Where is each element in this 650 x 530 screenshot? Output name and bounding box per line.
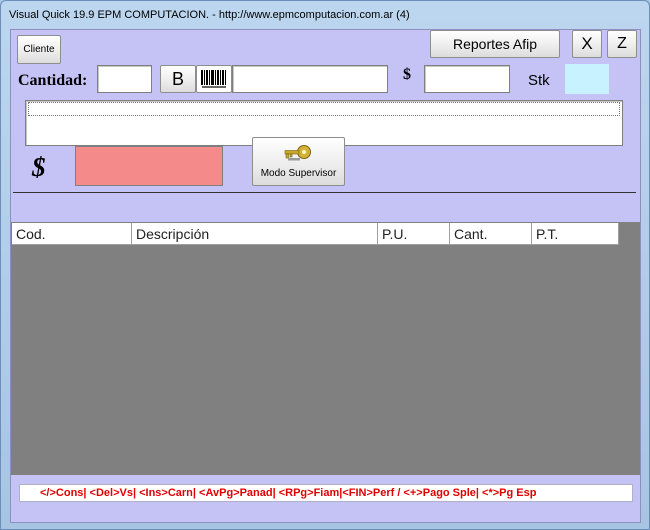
column-header[interactable]: P.T. [532, 223, 619, 245]
window-title: Visual Quick 19.9 EPM COMPUTACION. - htt… [9, 9, 410, 21]
modo-supervisor-label: Modo Supervisor [260, 168, 337, 179]
precio-dollar-label: $ [403, 66, 411, 83]
stk-label: Stk [528, 72, 550, 89]
column-header[interactable]: P.U. [378, 223, 450, 245]
pos-panel: Cliente Reportes Afip X Z Cantidad: B $ … [10, 29, 641, 523]
barcode-icon [201, 70, 226, 88]
items-grid[interactable]: Cod. Descripción P.U. Cant. P.T. [11, 222, 640, 475]
description-line [28, 102, 620, 116]
cliente-button[interactable]: Cliente [17, 35, 61, 64]
cantidad-input[interactable] [97, 65, 152, 93]
reportes-afip-button[interactable]: Reportes Afip [430, 30, 560, 58]
total-display [75, 146, 223, 186]
column-header[interactable]: Cod. [12, 223, 132, 245]
modo-supervisor-button[interactable]: Modo Supervisor [252, 137, 345, 186]
grid-header: Cod. Descripción P.U. Cant. P.T. [12, 223, 619, 245]
stk-field[interactable] [565, 64, 609, 94]
cantidad-label: Cantidad: [18, 72, 88, 89]
close-button[interactable]: X [572, 30, 602, 58]
precio-input[interactable] [424, 65, 510, 93]
divider [13, 192, 636, 193]
total-dollar-label: $ [32, 152, 46, 182]
b-button[interactable]: B [160, 65, 196, 93]
key-icon [284, 145, 311, 161]
app-window: Visual Quick 19.9 EPM COMPUTACION. - htt… [0, 0, 650, 530]
shortcut-bar: </>Cons| <Del>Vs| <Ins>Carn| <AvPg>Panad… [19, 484, 633, 502]
column-header[interactable]: Cant. [450, 223, 532, 245]
column-header[interactable]: Descripción [132, 223, 378, 245]
z-button[interactable]: Z [607, 30, 637, 58]
barcode-input[interactable] [232, 65, 388, 93]
barcode-button[interactable] [196, 65, 232, 93]
